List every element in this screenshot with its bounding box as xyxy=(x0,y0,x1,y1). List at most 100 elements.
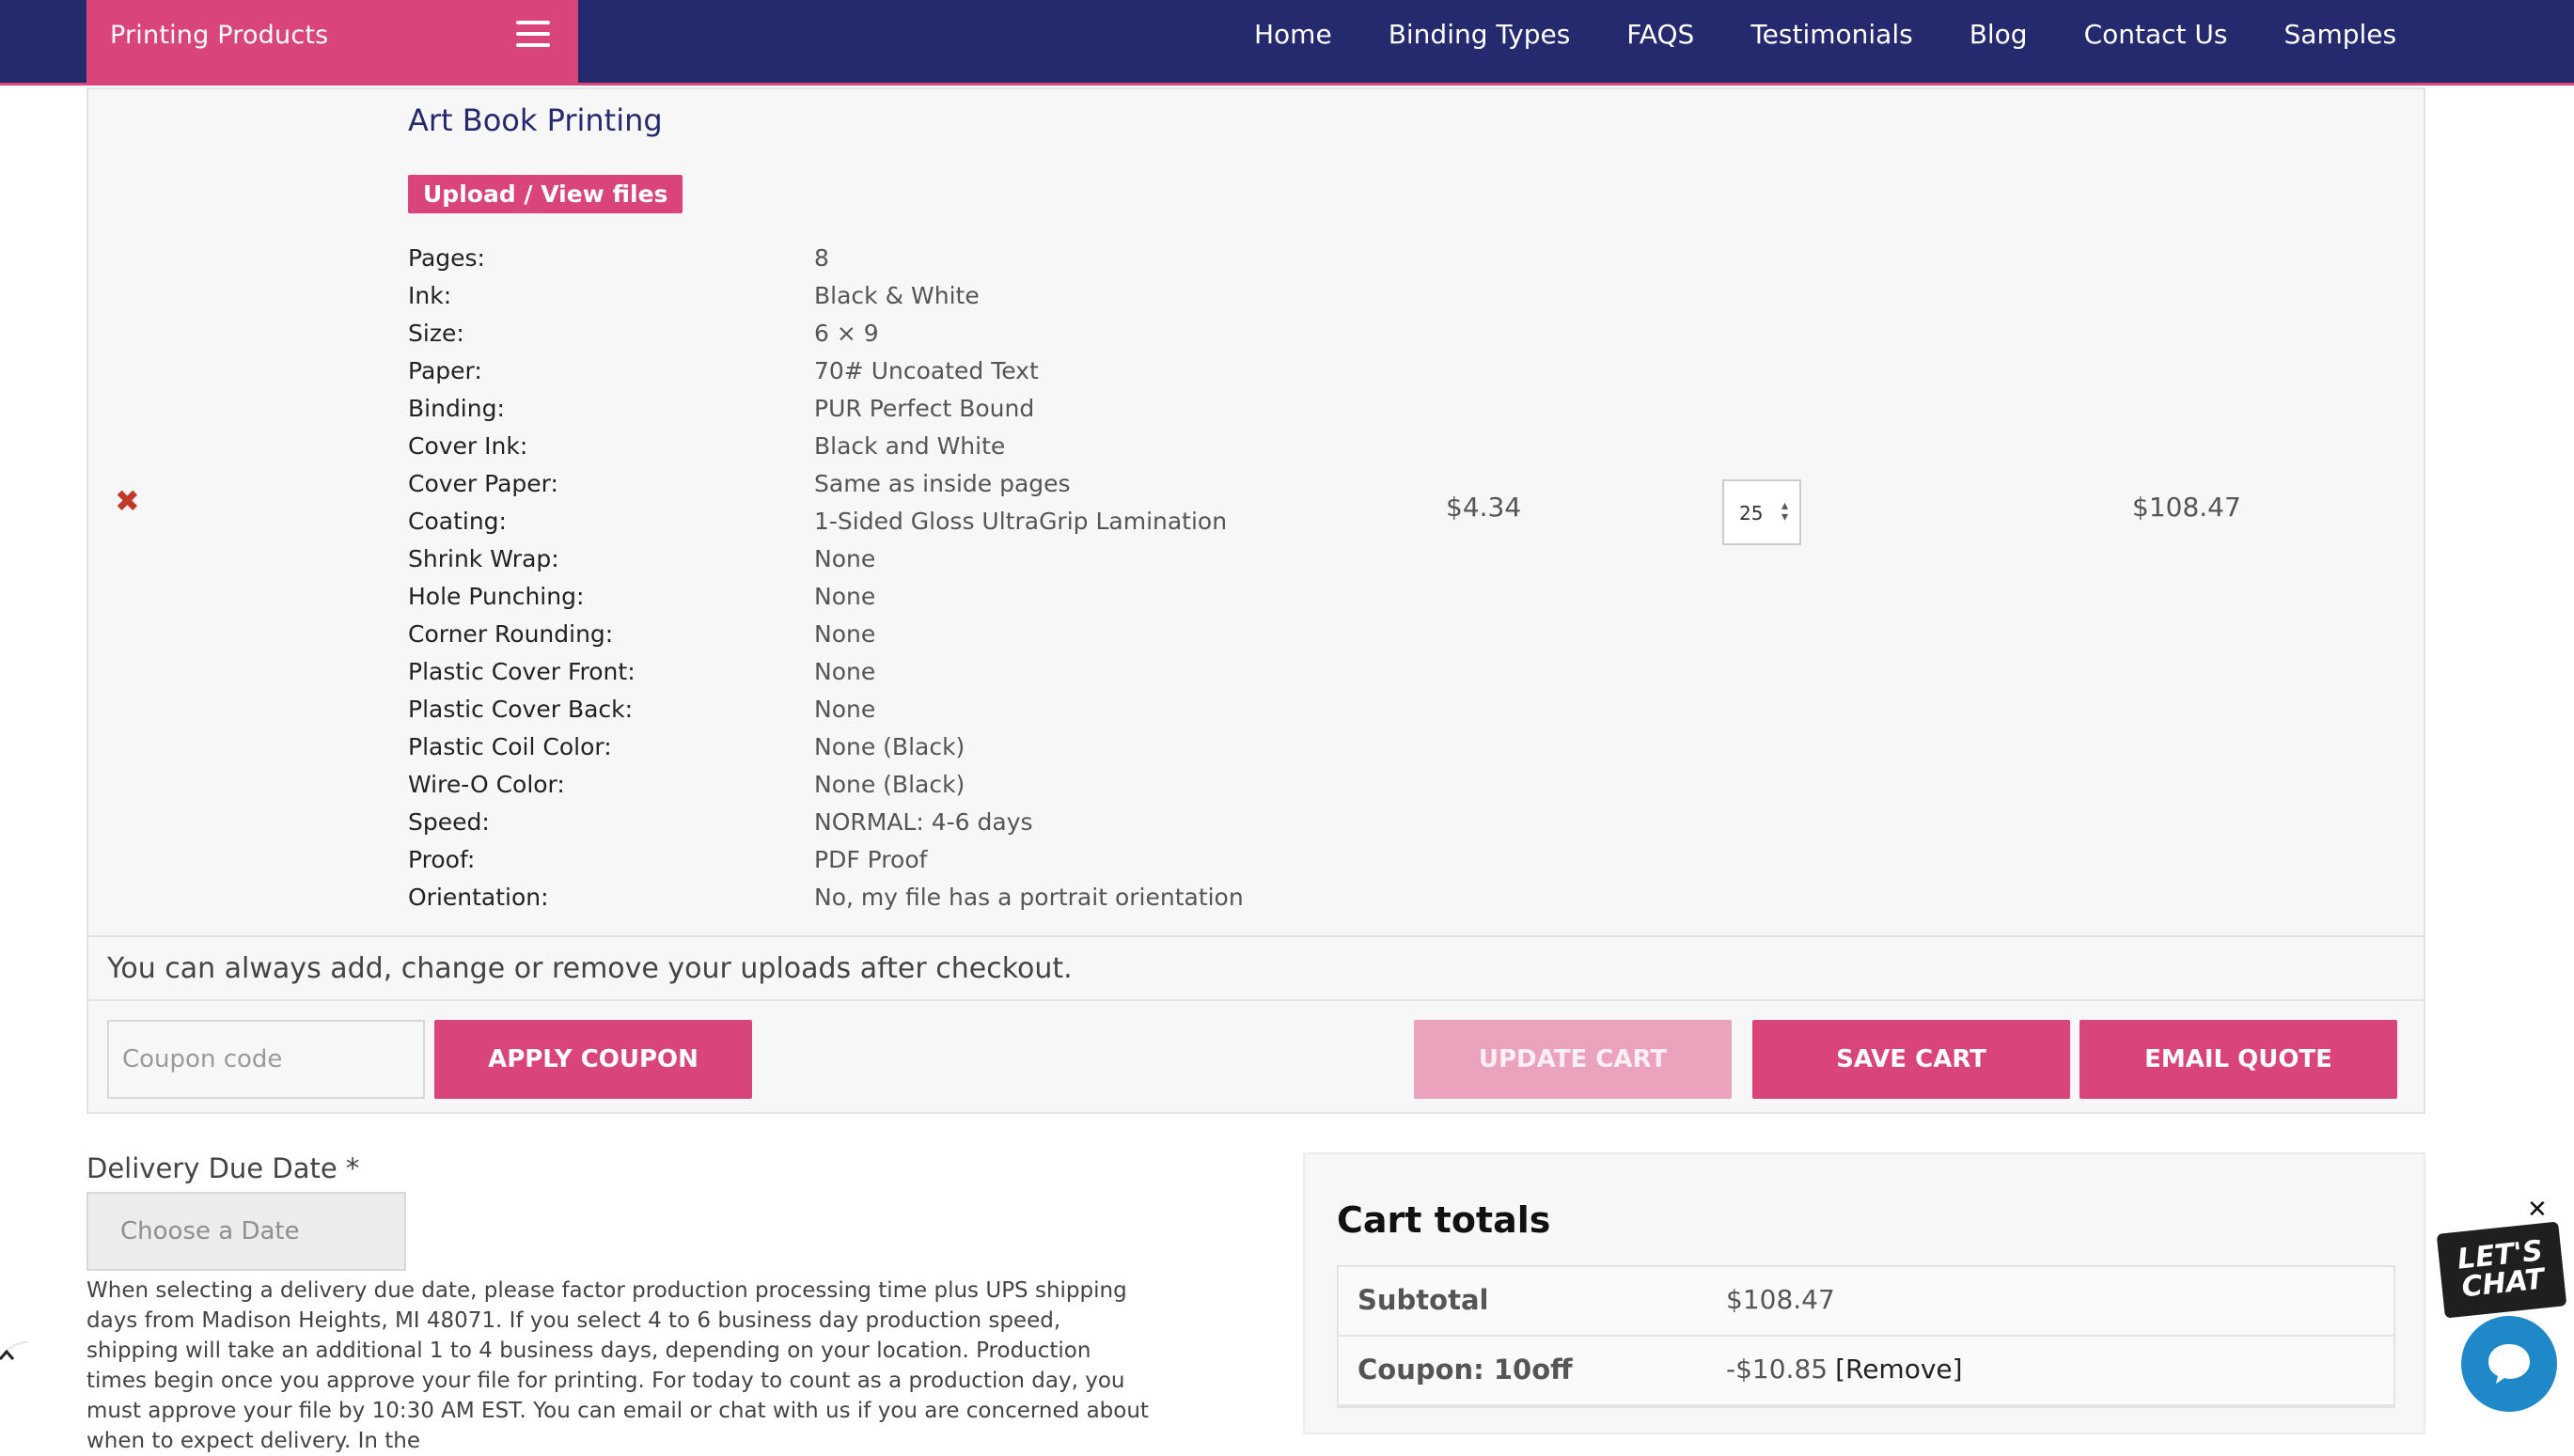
save-cart-button[interactable]: SAVE CART xyxy=(1752,1020,2070,1099)
cart-item-panel: ✖ Art Book Printing Upload / View files … xyxy=(86,87,2425,1114)
spec-row: Binding: PUR Perfect Bound xyxy=(408,390,1348,428)
spec-label: Plastic Cover Front: xyxy=(408,658,636,685)
spec-value: None xyxy=(814,620,876,648)
chat-close-icon[interactable]: ✕ xyxy=(2527,1196,2548,1224)
spec-row: Hole Punching: None xyxy=(408,578,1348,616)
coupon-code-input[interactable] xyxy=(107,1020,425,1099)
nav-link-testimonials[interactable]: Testimonials xyxy=(1750,19,1912,50)
spec-label: Binding: xyxy=(408,395,505,422)
brand-block: Printing Products xyxy=(86,0,578,86)
spec-value: None xyxy=(814,658,876,685)
coupon-label: Coupon: 10off xyxy=(1358,1354,1573,1386)
spec-value: PDF Proof xyxy=(814,846,928,873)
spec-label: Cover Paper: xyxy=(408,470,558,497)
upload-view-files-button[interactable]: Upload / View files xyxy=(408,175,683,213)
product-spec-list: Pages: 8 Ink: Black & White Size: 6 × 9 Pap… xyxy=(408,240,1348,916)
spec-row: Wire-O Color: None (Black) xyxy=(408,766,1348,804)
update-cart-button[interactable]: UPDATE CART xyxy=(1414,1020,1732,1099)
spec-value: 1-Sided Gloss UltraGrip Lamination xyxy=(814,508,1228,535)
chat-bubble-icon xyxy=(2488,1344,2530,1384)
remove-coupon-link[interactable]: [Remove] xyxy=(1835,1354,1962,1385)
spec-row: Cover Paper: Same as inside pages xyxy=(408,465,1348,503)
spec-row: Orientation: No, my file has a portrait o… xyxy=(408,879,1348,916)
spec-label: Corner Rounding: xyxy=(408,620,614,648)
spec-value: 8 xyxy=(814,244,829,272)
nav-link-binding-types[interactable]: Binding Types xyxy=(1389,19,1571,50)
spec-label: Ink: xyxy=(408,282,452,309)
chevron-up-icon xyxy=(0,1341,29,1362)
spec-label: Plastic Cover Back: xyxy=(408,696,634,723)
spec-value: None xyxy=(814,696,876,723)
top-navbar: Printing Products Home Binding Types FAQ… xyxy=(0,0,2574,86)
subtotal-value: $108.47 xyxy=(1726,1284,1835,1315)
spec-label: Proof: xyxy=(408,846,476,873)
hamburger-menu-icon[interactable] xyxy=(516,21,550,51)
cart-totals-heading: Cart totals xyxy=(1337,1199,1551,1241)
spec-row: Corner Rounding: None xyxy=(408,616,1348,653)
nav-link-contact-us[interactable]: Contact Us xyxy=(2084,19,2228,50)
nav-link-faqs[interactable]: FAQS xyxy=(1626,19,1694,50)
spec-label: Speed: xyxy=(408,808,490,836)
spec-row: Speed: NORMAL: 4-6 days xyxy=(408,804,1348,841)
quantity-value[interactable]: 25 xyxy=(1739,502,1763,524)
spec-value: None xyxy=(814,583,876,610)
spec-label: Shrink Wrap: xyxy=(408,545,559,572)
subtotal-label: Subtotal xyxy=(1358,1284,1489,1316)
spec-row: Pages: 8 xyxy=(408,240,1348,277)
spec-value: Black and White xyxy=(814,432,1006,460)
spec-value: 70# Uncoated Text xyxy=(814,357,1039,384)
delivery-help-text: When selecting a delivery due date, plea… xyxy=(86,1278,1149,1453)
spec-value: Black & White xyxy=(814,282,980,309)
nav-link-samples[interactable]: Samples xyxy=(2284,19,2397,50)
spec-value: None (Black) xyxy=(814,771,965,798)
spec-value: None xyxy=(814,545,876,572)
spec-row: Coating: 1-Sided Gloss UltraGrip Laminati… xyxy=(408,503,1348,540)
spec-label: Pages: xyxy=(408,244,485,272)
quantity-stepper[interactable]: 25 ▴ ▾ xyxy=(1722,479,1801,545)
main-nav: Home Binding Types FAQS Testimonials Blo… xyxy=(1254,19,2396,50)
spec-label: Coating: xyxy=(408,508,507,535)
spec-label: Cover Ink: xyxy=(408,432,528,460)
lets-chat-badge[interactable]: LET'S CHAT xyxy=(2436,1221,2567,1319)
upload-note-row: You can always add, change or remove you… xyxy=(88,935,2424,1001)
spec-row: Plastic Cover Front: None xyxy=(408,653,1348,691)
spec-value: Same as inside pages xyxy=(814,470,1071,497)
spec-value: None (Black) xyxy=(814,733,965,760)
spec-row: Ink: Black & White xyxy=(408,277,1348,315)
coupon-discount: -$10.85 [Remove] xyxy=(1726,1354,1963,1385)
spec-label: Size: xyxy=(408,320,464,347)
cart-totals-panel: Cart totals Subtotal $108.47 Coupon: 10o… xyxy=(1303,1152,2425,1434)
remove-item-icon[interactable]: ✖ xyxy=(115,486,140,516)
unit-price: $4.34 xyxy=(1446,492,1522,523)
spec-value: No, my file has a portrait orientation xyxy=(814,884,1244,911)
coupon-discount-value: -$10.85 xyxy=(1726,1354,1828,1385)
spec-value: NORMAL: 4-6 days xyxy=(814,808,1033,836)
spec-row: Paper: 70# Uncoated Text xyxy=(408,352,1348,390)
brand-title[interactable]: Printing Products xyxy=(110,21,328,50)
cart-totals-table: Subtotal $108.47 Coupon: 10off -$10.85 [R… xyxy=(1337,1265,2395,1408)
nav-link-home[interactable]: Home xyxy=(1254,19,1332,50)
product-title[interactable]: Art Book Printing xyxy=(408,102,663,138)
spec-row: Cover Ink: Black and White xyxy=(408,428,1348,465)
spinner-arrows-icon[interactable]: ▴ ▾ xyxy=(1781,499,1788,524)
scroll-up-chevron-icon[interactable] xyxy=(0,1314,38,1389)
spec-value: PUR Perfect Bound xyxy=(814,395,1035,422)
delivery-date-input[interactable] xyxy=(86,1192,406,1271)
totals-row-coupon: Coupon: 10off -$10.85 [Remove] xyxy=(1339,1337,2394,1406)
spec-row: Shrink Wrap: None xyxy=(408,540,1348,578)
spec-label: Paper: xyxy=(408,357,482,384)
nav-link-blog[interactable]: Blog xyxy=(1970,19,2028,50)
spec-label: Orientation: xyxy=(408,884,549,911)
spec-row: Proof: PDF Proof xyxy=(408,841,1348,879)
spec-label: Wire-O Color: xyxy=(408,771,565,798)
spec-label: Plastic Coil Color: xyxy=(408,733,612,760)
email-quote-button[interactable]: EMAIL QUOTE xyxy=(2080,1020,2397,1099)
totals-row-subtotal: Subtotal $108.47 xyxy=(1339,1267,2394,1337)
apply-coupon-button[interactable]: APPLY COUPON xyxy=(434,1020,752,1099)
chat-launcher-button[interactable] xyxy=(2461,1316,2557,1412)
spec-row: Plastic Coil Color: None (Black) xyxy=(408,728,1348,766)
spec-label: Hole Punching: xyxy=(408,583,585,610)
delivery-due-date-label: Delivery Due Date * xyxy=(86,1152,360,1184)
spec-value: 6 × 9 xyxy=(814,320,879,347)
spec-row: Plastic Cover Back: None xyxy=(408,691,1348,728)
